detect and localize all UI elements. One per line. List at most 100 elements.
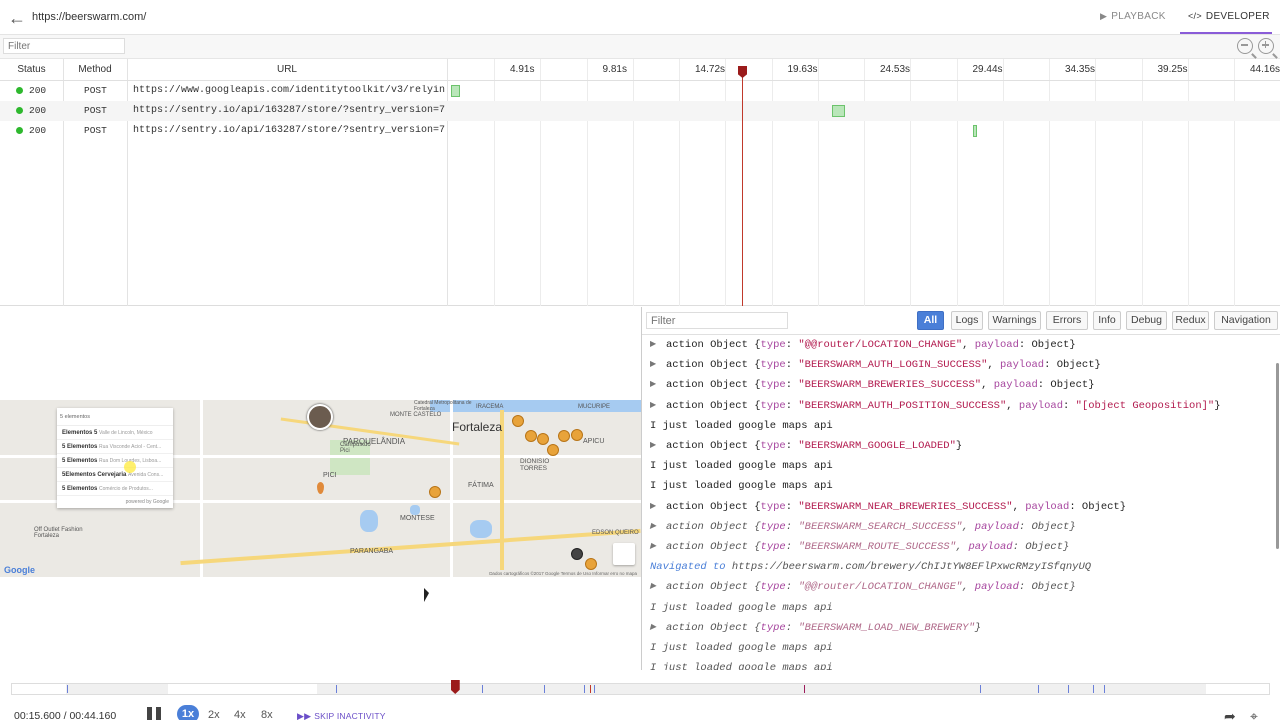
brewery-marker-icon[interactable]	[585, 558, 597, 570]
autocomplete-item[interactable]: Elementos 5 Valle de Lincoln, México	[57, 426, 173, 440]
expand-arrow-icon[interactable]: ▶	[650, 436, 656, 456]
console-log-entry[interactable]: ▶ action Object {type: "BEERSWARM_BREWERI…	[642, 375, 1274, 395]
table-row[interactable]: 200 POST https://sentry.io/api/163287/st…	[0, 121, 1280, 141]
filter-errors-button[interactable]: Errors	[1046, 311, 1088, 330]
timeline-event-marker[interactable]	[593, 685, 595, 693]
crop-icon[interactable]: ⌖	[1250, 708, 1258, 720]
session-timeline[interactable]	[11, 683, 1270, 695]
request-timing-bar[interactable]	[973, 125, 977, 137]
expand-arrow-icon[interactable]: ▶	[650, 375, 656, 395]
filter-redux-button[interactable]: Redux	[1172, 311, 1209, 330]
filter-navigation-button[interactable]: Navigation	[1214, 311, 1278, 330]
console-log-entry[interactable]: ▶ action Object {type: "BEERSWARM_GOOGLE_…	[642, 436, 1274, 456]
column-url[interactable]: URL	[127, 59, 447, 81]
console-log-entry[interactable]: I just loaded google maps api	[642, 456, 1274, 476]
console-log-entry[interactable]: ▶ action Object {type: "BEERSWARM_SEARCH_…	[642, 517, 1274, 537]
google-map[interactable]: Fortaleza PARQUELÂNDIA MONTE CASTELO IRA…	[0, 400, 641, 577]
brewery-marker-icon[interactable]	[512, 415, 524, 427]
console-log-entry[interactable]: I just loaded google maps api	[642, 598, 1274, 618]
zoom-in-icon[interactable]	[1258, 38, 1274, 54]
filter-warnings-button[interactable]: Warnings	[988, 311, 1041, 330]
console-log-entry[interactable]: I just loaded google maps api	[642, 476, 1274, 496]
console-log-entry[interactable]: ▶ action Object {type: "BEERSWARM_ROUTE_S…	[642, 537, 1274, 557]
share-icon[interactable]: ➦	[1224, 708, 1236, 720]
column-status[interactable]: Status	[0, 59, 63, 81]
timeline-event-marker[interactable]	[1067, 685, 1069, 693]
column-method[interactable]: Method	[63, 59, 127, 81]
log-text: I just loaded google maps api	[650, 642, 833, 654]
console-log-entry[interactable]: ▶ action Object {type: "@@router/LOCATION…	[642, 577, 1274, 597]
autocomplete-item[interactable]: 5 Elementos Comércio de Produtos...	[57, 482, 173, 496]
expand-arrow-icon[interactable]: ▶	[650, 577, 656, 597]
expand-arrow-icon[interactable]: ▶	[650, 517, 656, 537]
timeline-event-marker[interactable]	[590, 685, 592, 693]
top-bar: ← https://beerswarm.com/ ▶ PLAYBACK </> DE…	[0, 0, 1280, 35]
log-text: I just loaded google maps api	[650, 662, 833, 670]
expand-arrow-icon[interactable]: ▶	[650, 355, 656, 375]
map-layers-icon[interactable]	[613, 543, 635, 565]
tab-playback[interactable]: ▶ PLAYBACK	[1100, 11, 1166, 22]
log-text: action Object {type: "BEERSWARM_GOOGLE_L…	[666, 440, 963, 452]
console-log-entry[interactable]: I just loaded google maps api	[642, 658, 1274, 670]
expand-arrow-icon[interactable]: ▶	[650, 396, 656, 416]
timeline-event-marker[interactable]	[583, 685, 585, 693]
map-district-label: DIONISIO TORRES	[520, 458, 550, 472]
console-log-entry[interactable]: ▶ action Object {type: "BEERSWARM_LOAD_NE…	[642, 618, 1274, 638]
timeline-event-marker[interactable]	[979, 685, 981, 693]
brewery-marker-icon[interactable]	[571, 548, 583, 560]
timeline-event-marker[interactable]	[1093, 685, 1095, 693]
expand-arrow-icon[interactable]: ▶	[650, 537, 656, 557]
speed-8x-button[interactable]: 8x	[261, 709, 273, 720]
autocomplete-item[interactable]: 5 Elementos Rua Visconde Aciol - Cent...	[57, 440, 173, 454]
table-row[interactable]: 200 POST https://www.googleapis.com/iden…	[0, 81, 1280, 101]
timeline-event-marker[interactable]	[1104, 685, 1106, 693]
console-log-entry[interactable]: I just loaded google maps api	[642, 638, 1274, 658]
brewery-marker-icon[interactable]	[525, 430, 537, 442]
table-row[interactable]: 200 POST https://sentry.io/api/163287/st…	[0, 101, 1280, 121]
console-log-entry[interactable]: ▶ action Object {type: "BEERSWARM_AUTH_LO…	[642, 355, 1274, 375]
map-district-label: Catedral Metropolitana de Fortaleza	[414, 400, 472, 412]
autocomplete-item[interactable]: 5 Elementos Rua Dom Lourdes, Lisboa...	[57, 454, 173, 468]
brewery-marker-icon[interactable]	[429, 486, 441, 498]
pause-icon[interactable]	[147, 707, 161, 720]
timeline-event-marker[interactable]	[803, 685, 805, 693]
timeline-event-marker[interactable]	[1037, 685, 1039, 693]
console-log-entry[interactable]: ▶ action Object {type: "BEERSWARM_AUTH_PO…	[642, 396, 1274, 416]
brewery-marker-icon[interactable]	[547, 444, 559, 456]
filter-all-button[interactable]: All	[917, 311, 944, 330]
network-filter-input[interactable]	[3, 38, 125, 54]
expand-arrow-icon[interactable]: ▶	[650, 618, 656, 638]
map-search-input[interactable]: 5 elementos	[57, 408, 173, 426]
brewery-marker-icon[interactable]	[558, 430, 570, 442]
request-timing-bar[interactable]	[832, 105, 845, 117]
skip-inactivity-button[interactable]: ▶▶ SKIP INACTIVITY	[297, 711, 386, 720]
user-location-avatar[interactable]	[307, 404, 333, 430]
filter-debug-button[interactable]: Debug	[1126, 311, 1167, 330]
speed-4x-button[interactable]: 4x	[234, 709, 246, 720]
request-timing-bar[interactable]	[451, 85, 460, 97]
console-log-entry[interactable]: I just loaded google maps api	[642, 416, 1274, 436]
expand-arrow-icon[interactable]: ▶	[650, 497, 656, 517]
map-district-label: FÁTIMA	[468, 482, 494, 489]
console-scrollbar[interactable]	[1276, 363, 1279, 549]
expand-arrow-icon[interactable]: ▶	[650, 335, 656, 355]
map-attribution[interactable]: Dados cartográficos ©2017 Google Termos …	[489, 571, 637, 576]
speed-1x-button[interactable]: 1x	[177, 705, 199, 720]
timeline-event-marker[interactable]	[543, 685, 545, 693]
console-log-entry[interactable]: ▶ action Object {type: "BEERSWARM_NEAR_BR…	[642, 497, 1274, 517]
filter-logs-button[interactable]: Logs	[951, 311, 983, 330]
console-filter-input[interactable]	[646, 312, 788, 329]
brewery-marker-icon[interactable]	[537, 433, 549, 445]
tab-developer[interactable]: </> DEVELOPER	[1188, 11, 1270, 22]
timeline-event-marker[interactable]	[67, 685, 69, 693]
console-log-entry[interactable]: ▶ action Object {type: "@@router/LOCATION…	[642, 335, 1274, 355]
speed-2x-button[interactable]: 2x	[208, 709, 220, 720]
timeline-event-marker[interactable]	[336, 685, 338, 693]
zoom-out-icon[interactable]	[1237, 38, 1253, 54]
arrow-left-icon[interactable]: ←	[8, 9, 26, 27]
filter-info-button[interactable]: Info	[1093, 311, 1121, 330]
console-log-entry[interactable]: Navigated to https://beerswarm.com/brewe…	[642, 557, 1274, 577]
brewery-marker-icon[interactable]	[571, 429, 583, 441]
timeline-event-marker[interactable]	[482, 685, 484, 693]
autocomplete-item[interactable]: 5Elementos Cervejaria Avenida Cons...	[57, 468, 173, 482]
